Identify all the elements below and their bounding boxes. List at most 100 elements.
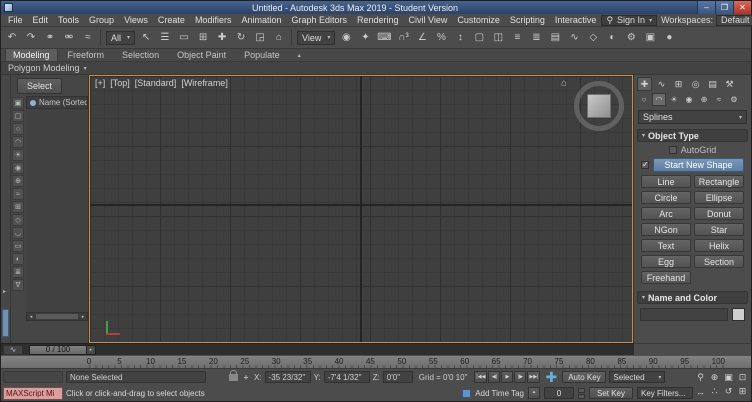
timeline-tick-label[interactable]: 10 <box>146 357 155 366</box>
timeline-tick-label[interactable]: 100 <box>712 357 725 366</box>
select-and-scale-icon[interactable]: ◲ <box>251 29 269 46</box>
undo-icon[interactable]: ↶ <box>3 29 21 46</box>
time-slider-handle[interactable]: 0 / 100 <box>29 344 87 355</box>
shape-tool-button[interactable]: Freehand <box>641 271 691 284</box>
viewport-general-menu[interactable]: [+] <box>95 78 105 88</box>
shape-tool-button[interactable]: Egg <box>641 255 691 268</box>
set-keys-button[interactable]: ✚ <box>543 370 559 384</box>
geometry-category-icon[interactable]: ○ <box>637 93 651 106</box>
material-editor-icon[interactable]: ◐ <box>603 29 621 46</box>
app-icon[interactable] <box>4 3 13 12</box>
scroll-right-icon[interactable]: ▸ <box>79 313 87 320</box>
zoom-region-icon[interactable]: ⊡ <box>736 371 749 384</box>
current-frame-field[interactable]: 0 <box>544 387 574 399</box>
select-object-icon[interactable]: ↖ <box>137 29 155 46</box>
spinner-up[interactable] <box>578 387 585 393</box>
systems-category-icon[interactable]: ⚙ <box>727 93 741 106</box>
motion-tab-icon[interactable]: ◎ <box>688 77 703 91</box>
menu-item[interactable]: File <box>3 15 28 25</box>
timeline-tick-label[interactable]: 60 <box>460 357 469 366</box>
menu-item[interactable]: Rendering <box>352 15 404 25</box>
shape-tool-button[interactable]: Star <box>694 223 744 236</box>
timeline-tick-label[interactable]: 35 <box>303 357 312 366</box>
viewport-standard-menu[interactable]: [Standard] <box>135 78 177 88</box>
display-tab-icon[interactable]: ▤ <box>705 77 720 91</box>
schematic-view-icon[interactable]: ◇ <box>584 29 602 46</box>
next-frame-button[interactable]: |▶ <box>514 371 527 383</box>
render-setup-icon[interactable]: ⚙ <box>622 29 640 46</box>
key-filters-button[interactable]: Key Filters... <box>637 387 693 399</box>
scene-explorer-select-menu[interactable]: Select <box>17 77 63 94</box>
shape-tool-button[interactable]: Text <box>641 239 691 252</box>
align-icon[interactable]: ≡ <box>508 29 526 46</box>
menu-item[interactable]: Customize <box>452 15 505 25</box>
shape-category-dropdown[interactable]: Splines ▾ <box>638 110 747 124</box>
select-by-name-icon[interactable]: ☰ <box>156 29 174 46</box>
hierarchy-tab-icon[interactable]: ⊞ <box>671 77 686 91</box>
explorer-display-none-icon[interactable]: ▢ <box>12 110 24 122</box>
sign-in-control[interactable]: ⚲ Sign In ▾ <box>601 14 658 26</box>
select-and-link-icon[interactable]: ⚭ <box>41 29 59 46</box>
redo-icon[interactable]: ↷ <box>22 29 40 46</box>
curve-editor-icon[interactable]: ∿ <box>565 29 583 46</box>
zoom-all-icon[interactable]: ⊕ <box>708 371 721 384</box>
unlink-selection-icon[interactable]: ⚮ <box>60 29 78 46</box>
rectangular-selection-region-icon[interactable]: ▭ <box>175 29 193 46</box>
maximize-button[interactable]: ❐ <box>715 1 733 14</box>
timeline-tick-label[interactable]: 0 <box>85 357 93 366</box>
viewport-pov-menu[interactable]: [Top] <box>110 78 130 88</box>
explorer-display-containers-icon[interactable]: ▭ <box>12 240 24 252</box>
timeline-tick-label[interactable]: 30 <box>272 357 281 366</box>
percent-snap-icon[interactable]: % <box>432 29 450 46</box>
shapes-category-icon[interactable]: ◠ <box>652 93 666 106</box>
menu-item[interactable]: Modifiers <box>190 15 237 25</box>
shape-tool-button[interactable]: Arc <box>641 207 691 220</box>
timeline-tick-label[interactable]: 50 <box>397 357 406 366</box>
set-key-button[interactable]: Set Key <box>589 387 633 399</box>
create-tab-icon[interactable]: ✚ <box>637 77 652 91</box>
shape-tool-button[interactable]: Donut <box>694 207 744 220</box>
tab-freeform[interactable]: Freeform <box>60 48 113 61</box>
menu-item[interactable]: Group <box>84 15 119 25</box>
time-slider-next-icon[interactable]: ▸ <box>87 344 96 355</box>
cameras-category-icon[interactable]: ◉ <box>682 93 696 106</box>
scene-explorer-list[interactable] <box>26 109 88 312</box>
explorer-display-xrefs-icon[interactable]: ◇ <box>12 214 24 226</box>
walk-through-icon[interactable]: ∴ <box>708 385 721 398</box>
menu-item[interactable]: Scripting <box>505 15 550 25</box>
menu-item[interactable]: Interactive <box>550 15 602 25</box>
go-to-end-button[interactable]: ▶▶| <box>527 371 541 383</box>
frame-spinner[interactable] <box>578 387 585 399</box>
polygon-modeling-tab[interactable]: Polygon Modeling <box>8 63 80 73</box>
tab-selection[interactable]: Selection <box>114 48 167 61</box>
lights-category-icon[interactable]: ☀ <box>667 93 681 106</box>
helpers-category-icon[interactable]: ⊕ <box>697 93 711 106</box>
explorer-filter-icon[interactable]: ∇ <box>12 279 24 291</box>
render-production-icon[interactable]: ● <box>660 29 678 46</box>
timeline-tick-label[interactable]: 95 <box>680 357 689 366</box>
select-and-move-icon[interactable]: ✚ <box>213 29 231 46</box>
select-and-place-icon[interactable]: ⌂ <box>270 29 288 46</box>
rendered-frame-window-icon[interactable]: ▣ <box>641 29 659 46</box>
time-slider-track[interactable]: ∿ 0 / 100 ▸ <box>1 343 634 355</box>
menu-item[interactable]: Civil View <box>404 15 453 25</box>
explorer-display-shapes-icon[interactable]: ◠ <box>12 136 24 148</box>
object-name-field[interactable] <box>640 308 728 321</box>
maxscript-mini-listener[interactable]: MAXScript Mi <box>3 386 63 400</box>
shape-tool-button[interactable]: Rectangle <box>694 175 744 188</box>
shape-tool-button[interactable]: Line <box>641 175 691 188</box>
explorer-display-everything-icon[interactable]: ▣ <box>12 97 24 109</box>
play-button[interactable]: ▶ <box>501 371 514 383</box>
select-and-manipulate-icon[interactable]: ✦ <box>356 29 374 46</box>
tab-object-paint[interactable]: Object Paint <box>169 48 234 61</box>
viewport-layout-tab[interactable] <box>2 309 9 337</box>
scroll-left-icon[interactable]: ◂ <box>27 313 35 320</box>
timeline-tick-label[interactable]: 20 <box>209 357 218 366</box>
window-crossing-toggle-icon[interactable]: ⊞ <box>194 29 212 46</box>
shape-tool-button[interactable]: NGon <box>641 223 691 236</box>
modify-tab-icon[interactable]: ∿ <box>654 77 669 91</box>
timeline-tick-label[interactable]: 70 <box>523 357 532 366</box>
viewport-shading-menu[interactable]: [Wireframe] <box>181 78 228 88</box>
reference-coordinate-dropdown[interactable]: View ▾ <box>297 30 336 45</box>
tab-modeling[interactable]: Modeling <box>5 48 58 61</box>
